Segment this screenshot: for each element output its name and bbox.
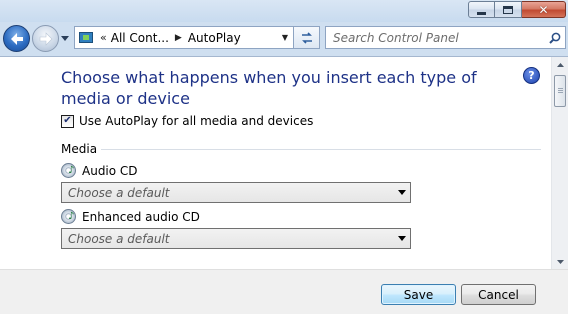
- content-pane: Choose what happens when you insert each…: [0, 56, 568, 270]
- select-value: Choose a default: [68, 231, 170, 246]
- close-button[interactable]: ✕: [522, 1, 566, 18]
- vertical-scrollbar[interactable]: [551, 57, 568, 270]
- navigation-bar: « All Cont... ▶ AutoPlay ▼: [0, 22, 568, 56]
- back-arrow-icon: [10, 32, 23, 45]
- select-value: Choose a default: [68, 185, 170, 200]
- scrollbar-thumb[interactable]: [554, 75, 566, 107]
- audio-cd-icon: ♪: [61, 209, 76, 224]
- scroll-down-button[interactable]: [552, 254, 568, 270]
- control-panel-icon: [78, 30, 94, 46]
- title-bar: ✕: [0, 0, 568, 22]
- media-label: Audio CD: [82, 163, 138, 178]
- maximize-icon: [495, 2, 521, 17]
- section-divider: [101, 149, 541, 150]
- audio-cd-select[interactable]: Choose a default: [61, 182, 411, 203]
- minimize-icon: [469, 2, 494, 17]
- help-icon[interactable]: ?: [523, 67, 540, 84]
- media-item-audio-cd: ♪ Audio CD: [61, 163, 138, 178]
- use-autoplay-option[interactable]: ✔ Use AutoPlay for all media and devices: [61, 114, 313, 128]
- address-bar[interactable]: « All Cont... ▶ AutoPlay ▼: [74, 26, 294, 49]
- breadcrumb-autoplay[interactable]: AutoPlay: [188, 31, 241, 45]
- scroll-up-button[interactable]: [552, 57, 568, 73]
- refresh-icon: [301, 31, 312, 44]
- chevron-up-icon: [556, 63, 564, 67]
- audio-cd-icon: ♪: [61, 163, 76, 178]
- close-icon: ✕: [538, 2, 549, 17]
- search-input[interactable]: [326, 27, 545, 48]
- use-autoplay-label[interactable]: Use AutoPlay for all media and devices: [79, 114, 313, 128]
- enhanced-audio-cd-select[interactable]: Choose a default: [61, 228, 411, 249]
- address-dropdown-icon[interactable]: ▼: [277, 27, 293, 48]
- chevron-down-icon: [394, 236, 410, 241]
- dialog-footer: Save Cancel: [0, 269, 568, 314]
- search-icon[interactable]: [545, 32, 565, 44]
- chevron-down-icon: [61, 35, 69, 41]
- checkmark-icon: ✔: [63, 115, 72, 126]
- search-box: [325, 26, 566, 49]
- chevron-down-icon: [556, 260, 564, 264]
- media-label: Enhanced audio CD: [82, 209, 200, 224]
- breadcrumb-arrow-icon[interactable]: ▶: [175, 33, 182, 43]
- use-autoplay-checkbox[interactable]: ✔: [61, 114, 74, 128]
- save-button[interactable]: Save: [381, 284, 456, 305]
- cancel-button[interactable]: Cancel: [461, 284, 536, 305]
- window-controls: ✕: [468, 1, 566, 18]
- minimize-button[interactable]: [468, 1, 495, 18]
- breadcrumb-overflow[interactable]: «: [100, 31, 107, 44]
- forward-arrow-icon: [39, 31, 52, 46]
- media-item-enhanced-audio-cd: ♪ Enhanced audio CD: [61, 209, 200, 224]
- maximize-button[interactable]: [495, 1, 522, 18]
- section-title-media: Media: [61, 142, 98, 156]
- back-button[interactable]: [3, 25, 30, 52]
- forward-button[interactable]: [32, 25, 59, 52]
- recent-pages-dropdown[interactable]: [60, 33, 70, 43]
- page-title: Choose what happens when you insert each…: [61, 68, 477, 108]
- chevron-down-icon: [394, 190, 410, 195]
- refresh-button[interactable]: [294, 26, 320, 49]
- breadcrumb-all-control-panel[interactable]: All Cont...: [111, 31, 169, 45]
